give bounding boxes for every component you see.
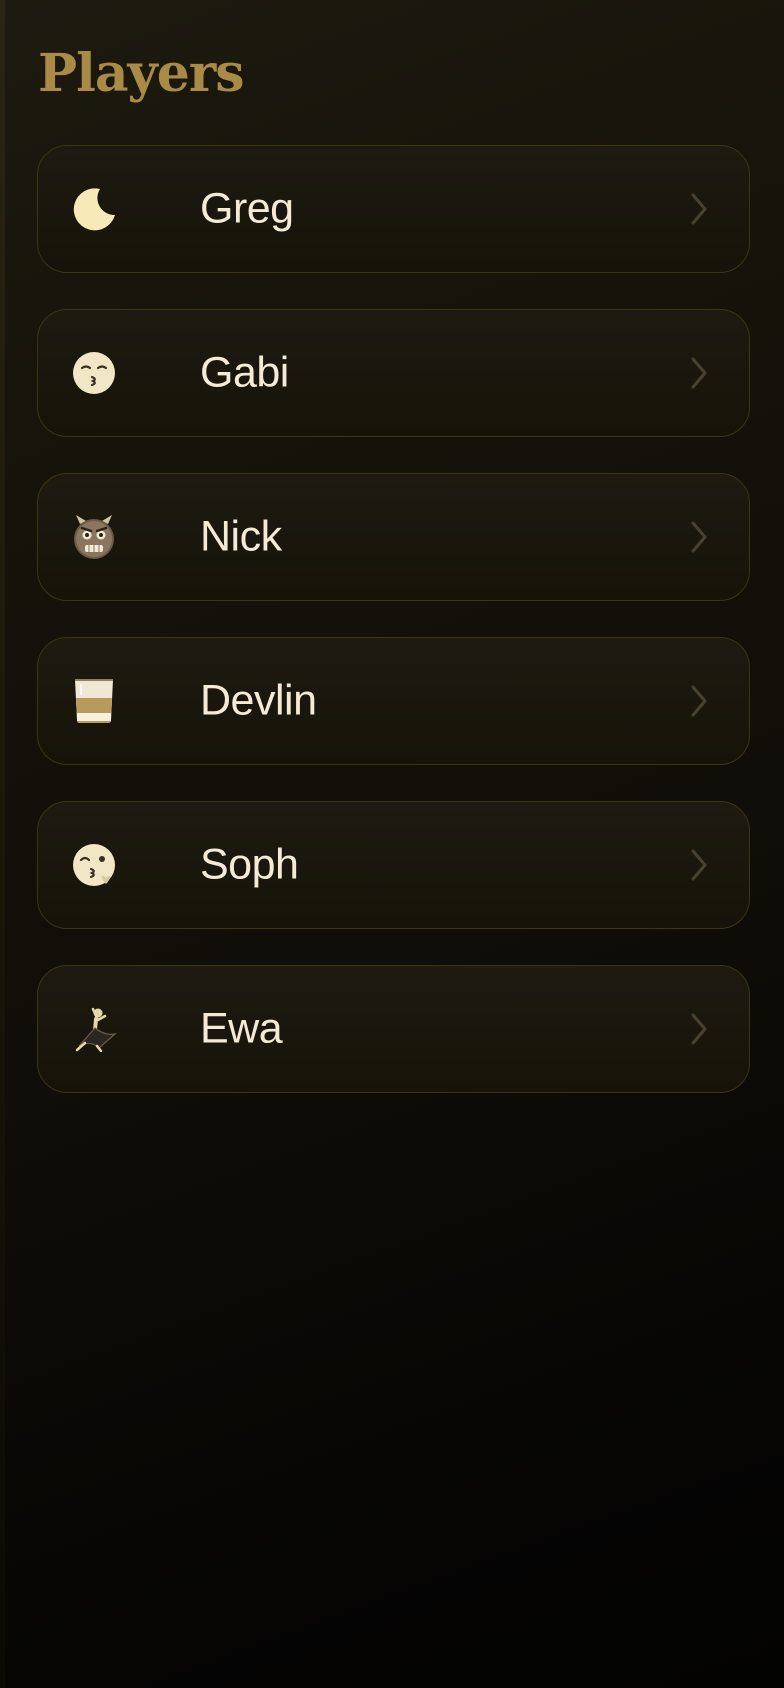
player-row-gabi[interactable]: Gabi bbox=[37, 309, 750, 437]
player-name: Nick bbox=[200, 512, 282, 561]
kissing-face-icon bbox=[71, 350, 117, 396]
chevron-right-icon bbox=[691, 1013, 707, 1045]
page-title: Players bbox=[38, 43, 245, 104]
player-name: Soph bbox=[200, 840, 299, 889]
player-row-devlin[interactable]: Devlin bbox=[37, 637, 750, 765]
ogre-mask-icon bbox=[71, 514, 117, 560]
chevron-right-icon bbox=[691, 685, 707, 717]
player-name: Ewa bbox=[200, 1004, 283, 1053]
player-list: Greg Gabi Nick Devlin Soph Ewa bbox=[37, 145, 750, 1129]
player-row-nick[interactable]: Nick bbox=[37, 473, 750, 601]
dancer-icon bbox=[71, 1006, 117, 1052]
face-blowing-kiss-icon bbox=[71, 842, 117, 888]
player-row-ewa[interactable]: Ewa bbox=[37, 965, 750, 1093]
player-name: Greg bbox=[200, 184, 294, 233]
player-row-soph[interactable]: Soph bbox=[37, 801, 750, 929]
crescent-moon-icon bbox=[71, 186, 117, 232]
player-row-greg[interactable]: Greg bbox=[37, 145, 750, 273]
player-name: Devlin bbox=[200, 676, 317, 725]
chevron-right-icon bbox=[691, 193, 707, 225]
tumbler-glass-icon bbox=[71, 678, 117, 724]
players-screen: Players Greg Gabi Nick Devlin Soph Ewa bbox=[0, 0, 784, 1688]
chevron-right-icon bbox=[691, 521, 707, 553]
chevron-right-icon bbox=[691, 357, 707, 389]
chevron-right-icon bbox=[691, 849, 707, 881]
player-name: Gabi bbox=[200, 348, 289, 397]
